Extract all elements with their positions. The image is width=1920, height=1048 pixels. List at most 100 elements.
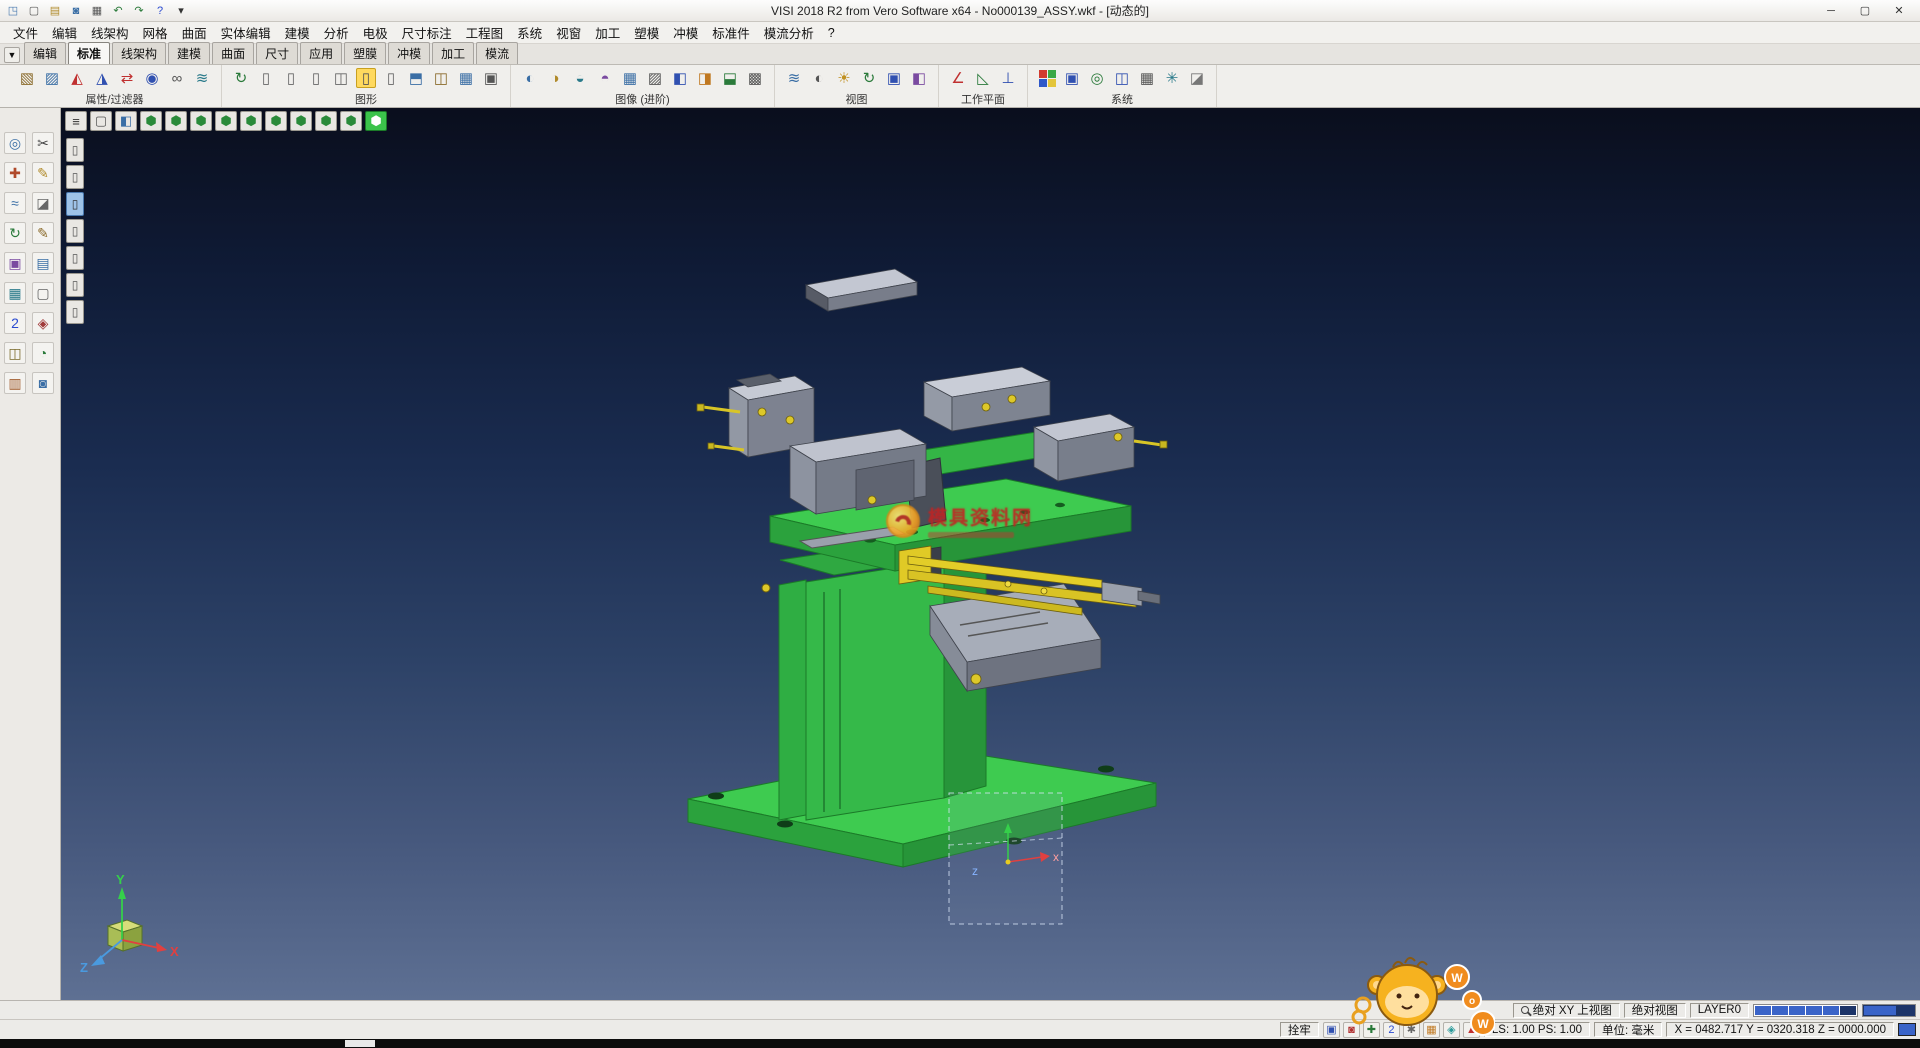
shade-right-icon[interactable]: ◑ [545, 68, 565, 88]
redo-icon[interactable]: ↷ [130, 3, 148, 19]
menu-item-1[interactable]: 编辑 [45, 21, 84, 44]
menu-item-5[interactable]: 实体编辑 [214, 21, 278, 44]
star-icon[interactable]: ✳ [1162, 68, 1182, 88]
view-zoom-icon[interactable]: ◧ [115, 111, 137, 131]
tab-8[interactable]: 冲模 [388, 42, 430, 64]
menu-item-2[interactable]: 线架构 [84, 21, 136, 44]
view-right-icon[interactable]: ⬢ [215, 111, 237, 131]
mini-shaded-icon[interactable]: ▯ [66, 192, 84, 216]
view-window-icon[interactable]: ▢ [90, 111, 112, 131]
chart-icon[interactable]: ▥ [4, 372, 26, 394]
half-right-icon[interactable]: ◨ [695, 68, 715, 88]
plane-angle-icon[interactable]: ∠ [948, 68, 968, 88]
menu-item-3[interactable]: 网格 [136, 21, 175, 44]
tag-icon[interactable]: ◈ [32, 312, 54, 334]
cube-pair-icon[interactable]: ◫ [431, 68, 451, 88]
number-2-icon[interactable]: 2 [4, 312, 26, 334]
view-left-icon[interactable]: ⬢ [240, 111, 262, 131]
view-menu-icon[interactable]: ≡ [65, 111, 87, 131]
menu-item-4[interactable]: 曲面 [175, 21, 214, 44]
ramp-icon[interactable]: ◪ [1187, 68, 1207, 88]
menu-item-16[interactable]: 标准件 [705, 21, 757, 44]
scene-icon[interactable]: ◳ [4, 3, 22, 19]
view-top-icon[interactable]: ⬢ [165, 111, 187, 131]
tab-7[interactable]: 塑膜 [344, 42, 386, 64]
print-icon[interactable]: ▦ [88, 3, 106, 19]
assembly-model-3d[interactable]: x z Y X Z [61, 108, 1920, 1000]
view-front-icon[interactable]: ⬢ [190, 111, 212, 131]
snap-lock-cell[interactable]: 拴牢 [1280, 1022, 1319, 1037]
menu-item-0[interactable]: 文件 [6, 21, 45, 44]
maximize-button[interactable]: ▢ [1848, 1, 1882, 21]
menu-item-11[interactable]: 系统 [510, 21, 549, 44]
cylinder-icon[interactable]: ▯ [381, 68, 401, 88]
shade-left-icon[interactable]: ◐ [520, 68, 540, 88]
plane-perp-icon[interactable]: ⊥ [998, 68, 1018, 88]
help-icon[interactable]: ? [151, 3, 169, 19]
tab-5[interactable]: 尺寸 [256, 42, 298, 64]
slide-block-right[interactable] [1034, 414, 1167, 481]
cylinder-icon[interactable]: ▯ [256, 68, 276, 88]
window-pair-icon[interactable]: ◫ [1112, 68, 1132, 88]
box-icon[interactable]: ◫ [4, 342, 26, 364]
floating-bar-part[interactable] [806, 269, 917, 311]
half-left-icon[interactable]: ◧ [670, 68, 690, 88]
tab-overflow-button[interactable]: ▼ [4, 47, 20, 63]
cylinder-icon[interactable]: ▯ [281, 68, 301, 88]
section-view-icon[interactable]: ◧ [909, 68, 929, 88]
view-axono-icon[interactable]: ⬢ [315, 111, 337, 131]
menu-item-7[interactable]: 分析 [317, 21, 356, 44]
mini-solid-icon[interactable]: ▯ [66, 300, 84, 324]
menu-item-15[interactable]: 冲模 [666, 21, 705, 44]
magnet-icon[interactable]: ◉ [142, 68, 162, 88]
dense-grid-icon[interactable]: ▩ [745, 68, 765, 88]
scissors-icon[interactable]: ✂ [32, 132, 54, 154]
menu-item-18[interactable]: ? [821, 24, 842, 42]
globe-icon[interactable]: ◎ [1087, 68, 1107, 88]
curve-icon[interactable]: ≈ [4, 192, 26, 214]
camera-icon[interactable]: ▣ [481, 68, 501, 88]
layers-icon[interactable]: ▦ [4, 282, 26, 304]
menu-item-12[interactable]: 视窗 [549, 21, 588, 44]
camera-view-icon[interactable]: ▣ [884, 68, 904, 88]
swap-filter-icon[interactable]: ⇄ [117, 68, 137, 88]
scale-cell[interactable]: LS: 1.00 PS: 1.00 [1484, 1022, 1590, 1037]
select-lock-icon[interactable]: ▣ [1323, 1022, 1340, 1038]
save-icon[interactable]: ◙ [67, 3, 85, 19]
mini-ghost-icon[interactable]: ▯ [66, 273, 84, 297]
view-bottom-icon[interactable]: ⬢ [290, 111, 312, 131]
cube-stack-icon[interactable]: ⬒ [406, 68, 426, 88]
dynamic-view-icon[interactable]: ↻ [859, 68, 879, 88]
menu-item-17[interactable]: 模流分析 [757, 21, 821, 44]
hatch-icon[interactable]: ▨ [645, 68, 665, 88]
menu-item-8[interactable]: 电极 [356, 21, 395, 44]
menu-item-10[interactable]: 工程图 [459, 21, 511, 44]
tab-4[interactable]: 曲面 [212, 42, 254, 64]
mini-wireframe-icon[interactable]: ▯ [66, 138, 84, 162]
shade-top-icon[interactable]: ◓ [595, 68, 615, 88]
sheet-icon[interactable]: ▤ [32, 252, 54, 274]
open-file-icon[interactable]: ▤ [46, 3, 64, 19]
view-back-icon[interactable]: ⬢ [265, 111, 287, 131]
axis-icon[interactable]: ✚ [4, 162, 26, 184]
tab-9[interactable]: 加工 [432, 42, 474, 64]
light-view-icon[interactable]: ☀ [834, 68, 854, 88]
cube-white-icon[interactable]: ◫ [331, 68, 351, 88]
refresh-icon[interactable]: ↻ [231, 68, 251, 88]
layer-cell[interactable]: LAYER0 [1690, 1003, 1749, 1018]
tab-2[interactable]: 线架构 [112, 42, 166, 64]
qat-dropdown-icon[interactable]: ▾ [172, 3, 190, 19]
chain-icon[interactable]: ∞ [167, 68, 187, 88]
menu-item-9[interactable]: 尺寸标注 [395, 21, 459, 44]
absolute-view-cell[interactable]: 绝对视图 [1624, 1003, 1686, 1018]
filter-red-icon[interactable]: ◭ [67, 68, 87, 88]
stamp-icon[interactable]: ▣ [4, 252, 26, 274]
cylinder-icon[interactable]: ▯ [306, 68, 326, 88]
cube-grid-icon[interactable]: ▦ [456, 68, 476, 88]
view-shaded-icon[interactable]: ⬢ [365, 111, 387, 131]
undo-icon[interactable]: ↶ [109, 3, 127, 19]
mini-hidden-icon[interactable]: ▯ [66, 165, 84, 189]
shaded-view-icon[interactable]: ◐ [809, 68, 829, 88]
tab-10[interactable]: 模流 [476, 42, 518, 64]
units-cell[interactable]: 单位: 毫米 [1594, 1022, 1662, 1037]
